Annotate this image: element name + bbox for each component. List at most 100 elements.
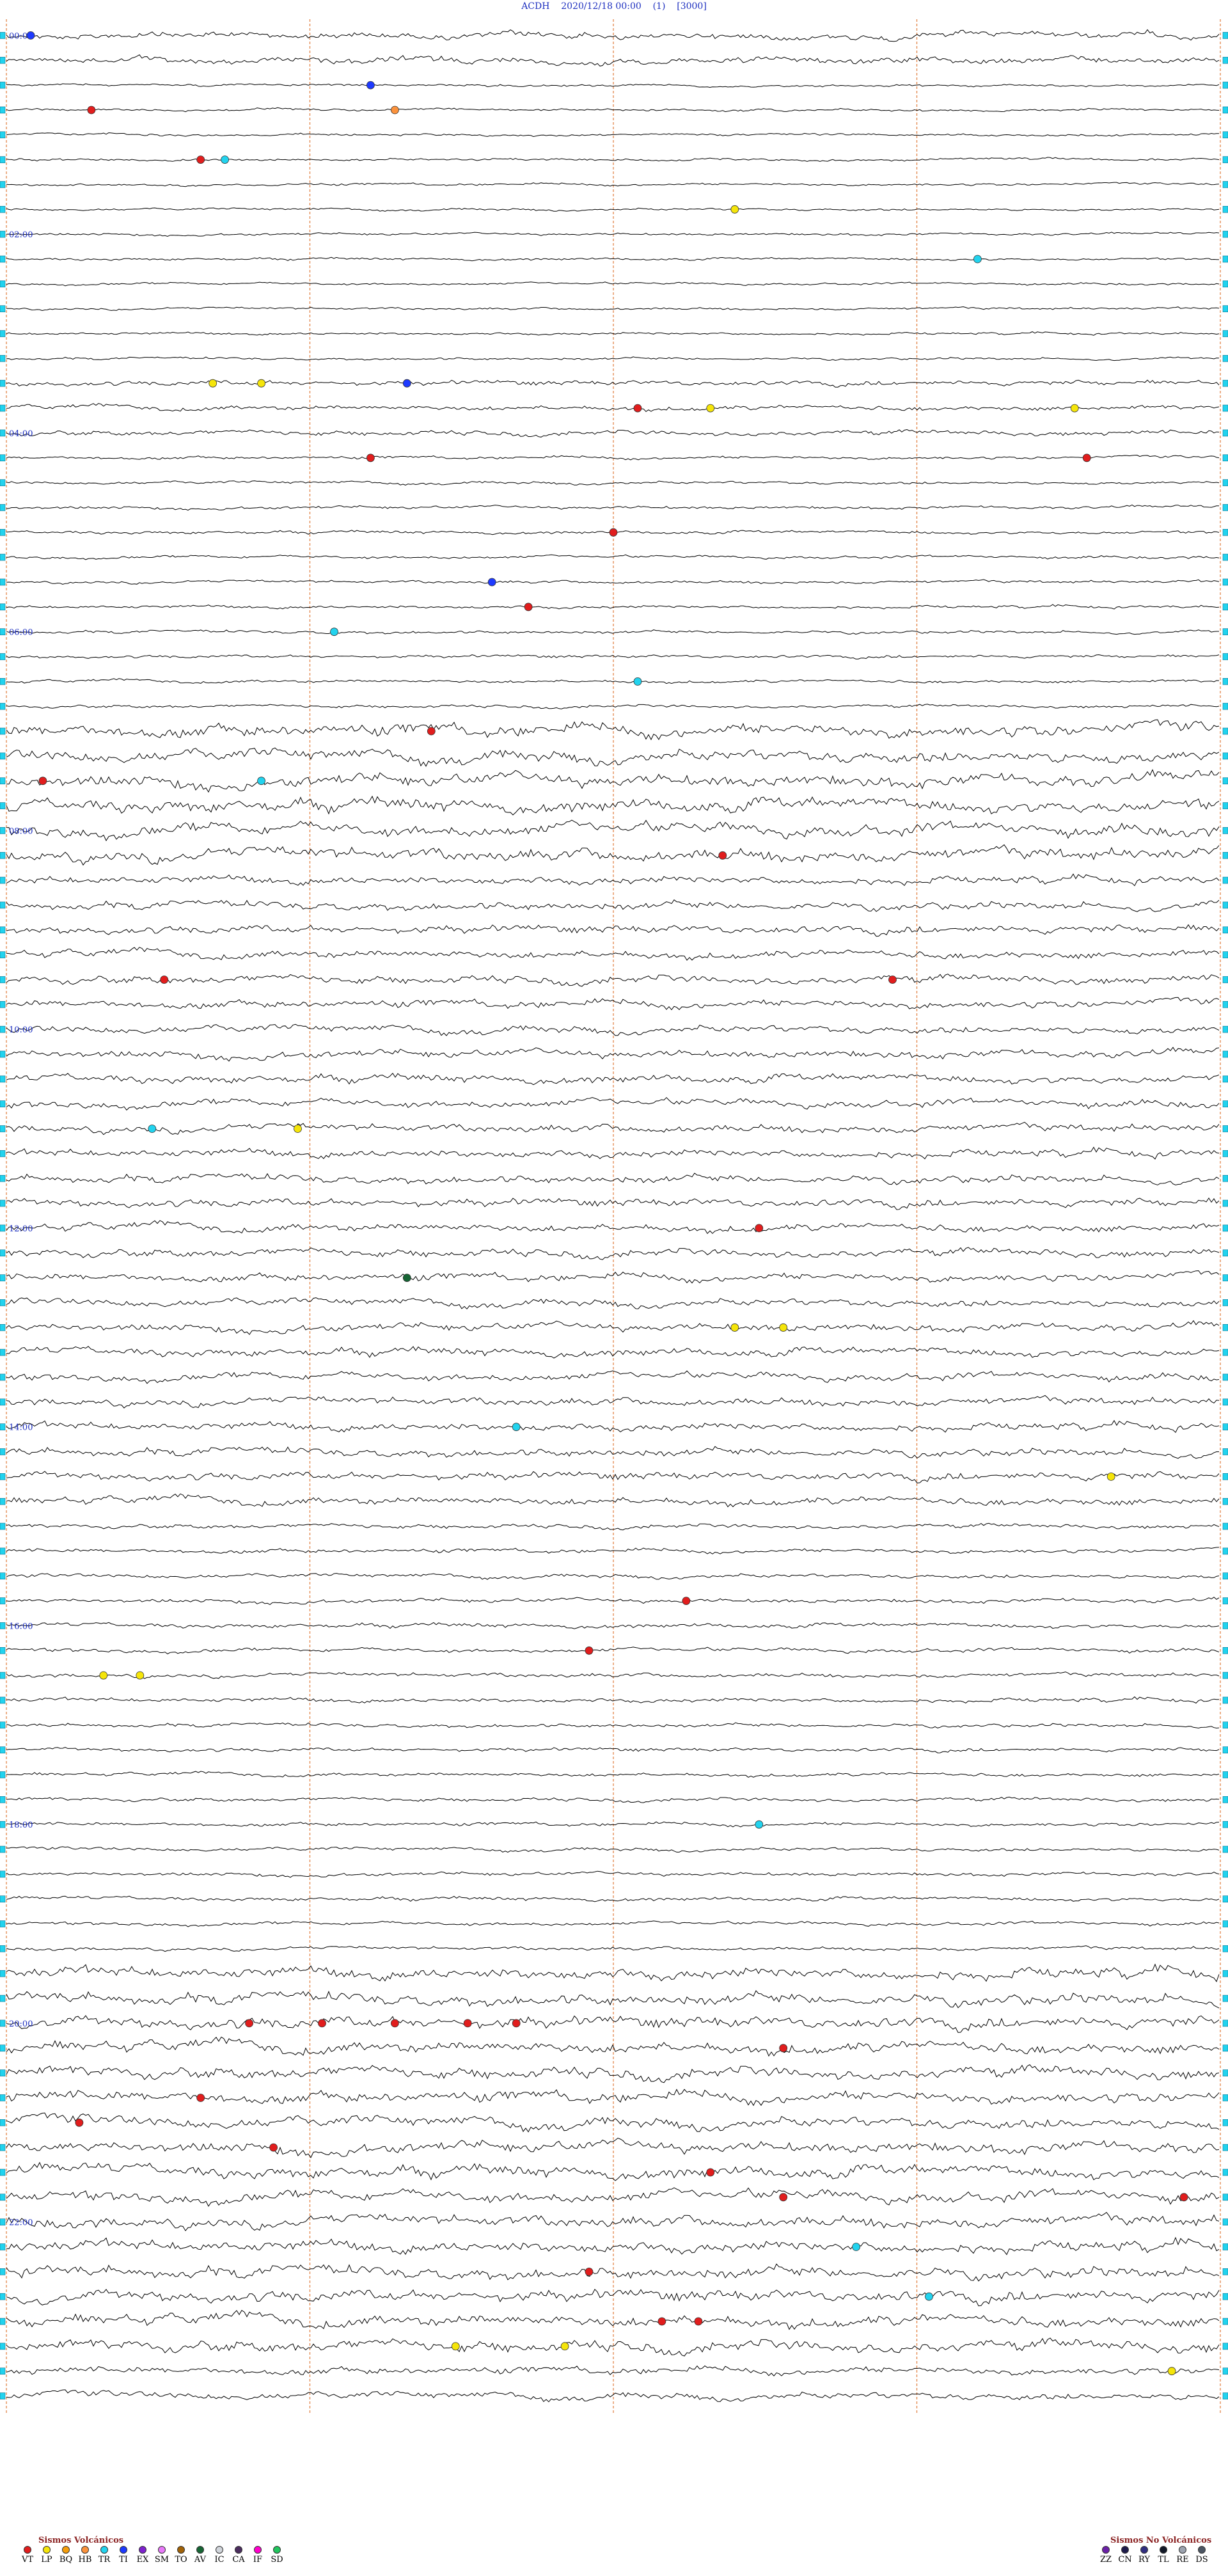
edge-marker-right xyxy=(1222,1423,1228,1430)
trace-line xyxy=(6,83,1220,88)
edge-marker-left xyxy=(0,1100,6,1108)
event-vt xyxy=(196,2094,205,2102)
legend-label: RE xyxy=(1176,2555,1189,2564)
edge-marker-left xyxy=(0,901,6,909)
edge-marker-right xyxy=(1222,2343,1228,2350)
edge-marker-right xyxy=(1222,330,1228,337)
event-lp xyxy=(257,379,266,388)
edge-marker-right xyxy=(1222,1050,1228,1058)
edge-marker-left xyxy=(0,777,6,785)
event-av xyxy=(402,1274,411,1282)
edge-marker-left xyxy=(0,553,6,561)
legend-label: SD xyxy=(271,2555,283,2564)
edge-marker-right xyxy=(1222,1299,1228,1306)
legend-label: VT xyxy=(21,2555,34,2564)
event-vt xyxy=(779,2193,788,2202)
trace-line xyxy=(6,2064,1220,2083)
event-lp xyxy=(209,379,217,388)
event-lp xyxy=(294,1125,302,1133)
edge-marker-right xyxy=(1222,1870,1228,1878)
event-vt xyxy=(585,1646,594,1655)
edge-marker-right xyxy=(1222,926,1228,934)
event-lp xyxy=(1070,404,1079,413)
seismogram-plot: 00:0002:0004:0006:0008:0010:0012:0014:00… xyxy=(0,19,1228,2415)
event-vt xyxy=(718,851,727,860)
event-tr xyxy=(148,1125,157,1133)
edge-marker-left xyxy=(0,2343,6,2350)
edge-marker-right xyxy=(1222,1821,1228,1828)
event-ti xyxy=(487,578,496,587)
edge-marker-right xyxy=(1222,206,1228,213)
edge-marker-right xyxy=(1222,727,1228,735)
trace-line xyxy=(6,844,1220,866)
edge-marker-right xyxy=(1222,1348,1228,1356)
edge-marker-left xyxy=(0,2218,6,2225)
trace-line xyxy=(6,1746,1220,1753)
trace-line xyxy=(6,2236,1220,2256)
edge-marker-right xyxy=(1222,1199,1228,1207)
edge-marker-left xyxy=(0,305,6,313)
edge-marker-left xyxy=(0,1597,6,1604)
time-label: 16:00 xyxy=(9,1622,33,1631)
edge-marker-left xyxy=(0,2193,6,2201)
traces xyxy=(6,29,1220,2403)
edge-marker-right xyxy=(1222,2268,1228,2275)
edge-marker-right xyxy=(1222,2094,1228,2101)
edge-marker-right xyxy=(1222,1025,1228,1033)
edge-marker-right xyxy=(1222,702,1228,710)
legend-dot-icon xyxy=(1160,2546,1167,2554)
event-vt xyxy=(75,2118,84,2127)
trace-line xyxy=(6,1895,1220,1902)
trace-line xyxy=(6,1197,1220,1210)
legend-item-av: AV xyxy=(191,2546,210,2564)
edge-marker-left xyxy=(0,1895,6,1903)
trace-line xyxy=(6,1597,1220,1605)
event-vt xyxy=(245,2019,254,2028)
edge-marker-right xyxy=(1222,2193,1228,2201)
legend-item-lp: LP xyxy=(37,2546,56,2564)
trace-line xyxy=(6,1522,1220,1531)
edge-marker-right xyxy=(1222,131,1228,139)
trace-line xyxy=(6,1446,1219,1459)
event-tr xyxy=(925,2292,933,2301)
edge-marker-right xyxy=(1222,1796,1228,1803)
edge-marker-right xyxy=(1222,1845,1228,1853)
edge-marker-right xyxy=(1222,504,1228,511)
event-tr xyxy=(257,777,266,786)
edge-marker-right xyxy=(1222,876,1228,884)
event-vt xyxy=(633,404,642,413)
edge-marker-right xyxy=(1222,1671,1228,1679)
trace-line xyxy=(6,1270,1220,1284)
legend-item-ic: IC xyxy=(210,2546,229,2564)
time-label: 22:00 xyxy=(9,2218,33,2228)
edge-marker-right xyxy=(1222,280,1228,288)
edge-marker-right xyxy=(1222,951,1228,958)
trace-line xyxy=(6,1990,1220,2009)
legend-nonvolcanic: ZZ CN RY TL RE DS xyxy=(1096,2546,1211,2564)
edge-marker-right xyxy=(1222,479,1228,486)
edge-marker-left xyxy=(0,1224,6,1232)
edge-marker-left xyxy=(0,1547,6,1555)
event-tr xyxy=(330,628,338,636)
edge-marker-left xyxy=(0,2094,6,2101)
edge-marker-right xyxy=(1222,1547,1228,1555)
edge-marker-right xyxy=(1222,553,1228,561)
trace-line xyxy=(6,1572,1220,1580)
trace-line xyxy=(6,1173,1220,1186)
edge-marker-right xyxy=(1222,752,1228,760)
legend-dot-icon xyxy=(62,2546,70,2554)
legend-label: TI xyxy=(119,2555,128,2564)
edge-marker-left xyxy=(0,1671,6,1679)
legend-item-re: RE xyxy=(1173,2546,1192,2564)
trace-line xyxy=(6,2389,1220,2403)
edge-marker-right xyxy=(1222,578,1228,586)
edge-marker-left xyxy=(0,32,6,39)
trace-line xyxy=(6,331,1220,336)
event-lp xyxy=(560,2342,569,2351)
trace-line xyxy=(6,719,1220,741)
trace-line xyxy=(6,207,1220,212)
trace-line xyxy=(6,1023,1220,1036)
legend-dot-icon xyxy=(1102,2546,1110,2554)
edge-marker-right xyxy=(1222,2019,1228,2027)
edge-marker-left xyxy=(0,1373,6,1381)
